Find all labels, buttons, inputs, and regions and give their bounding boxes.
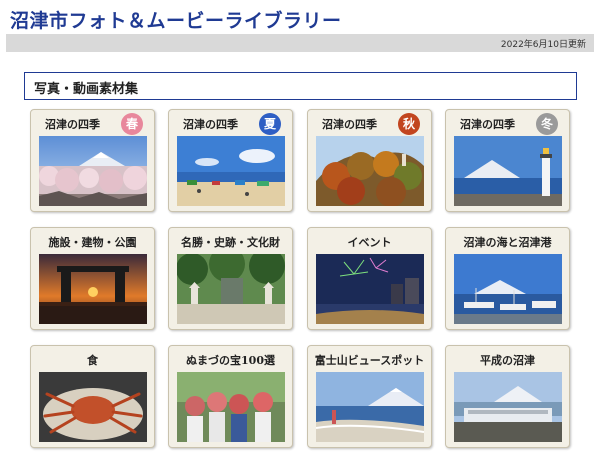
card-label: 施設・建物・公園 [48,236,137,249]
card-label: 平成の沼津 [480,354,535,367]
card-autumn[interactable]: 沼津の四季 秋 [307,109,432,212]
card-label: 食 [87,354,98,367]
card-events[interactable]: イベント [307,227,432,330]
section-title: 写真・動画素材集 [34,82,139,97]
treasures-100-photo [177,372,285,442]
card-facilities[interactable]: 施設・建物・公園 [30,227,155,330]
site-title: 沼津市フォト＆ムービーライブラリー [10,10,342,32]
card-label: 名勝・史跡・文化財 [181,236,280,249]
card-sea-port[interactable]: 沼津の海と沼津港 [445,227,570,330]
heisei-numazu-photo [454,372,562,442]
sea-port-photo [454,254,562,324]
spring-badge: 春 [121,113,143,135]
card-label: 富士山ビュースポット [314,354,425,367]
card-heisei-numazu[interactable]: 平成の沼津 [445,345,570,448]
events-photo [316,254,424,324]
fuji-viewspot-photo [316,372,424,442]
scenic-sites-photo [177,254,285,324]
card-scenic-sites[interactable]: 名勝・史跡・文化財 [168,227,293,330]
card-summer[interactable]: 沼津の四季 夏 [168,109,293,212]
winter-badge: 冬 [536,113,558,135]
facilities-photo [39,254,147,324]
summer-badge: 夏 [259,113,281,135]
update-date: 2022年6月10日更新 [500,40,586,50]
card-label: 沼津の海と沼津港 [463,236,552,249]
card-winter[interactable]: 沼津の四季 冬 [445,109,570,212]
section-header: 写真・動画素材集 [24,72,577,100]
card-treasures-100[interactable]: ぬまづの宝100選 [168,345,293,448]
card-spring[interactable]: 沼津の四季 春 [30,109,155,212]
update-bar: 2022年6月10日更新 [6,34,594,52]
summer-photo [177,136,285,206]
food-photo [39,372,147,442]
card-food[interactable]: 食 [30,345,155,448]
card-label: ぬまづの宝100選 [186,354,275,367]
spring-photo [39,136,147,206]
card-label: イベント [347,236,392,249]
autumn-photo [316,136,424,206]
card-fuji-viewspot[interactable]: 富士山ビュースポット [307,345,432,448]
winter-photo [454,136,562,206]
autumn-badge: 秋 [398,113,420,135]
